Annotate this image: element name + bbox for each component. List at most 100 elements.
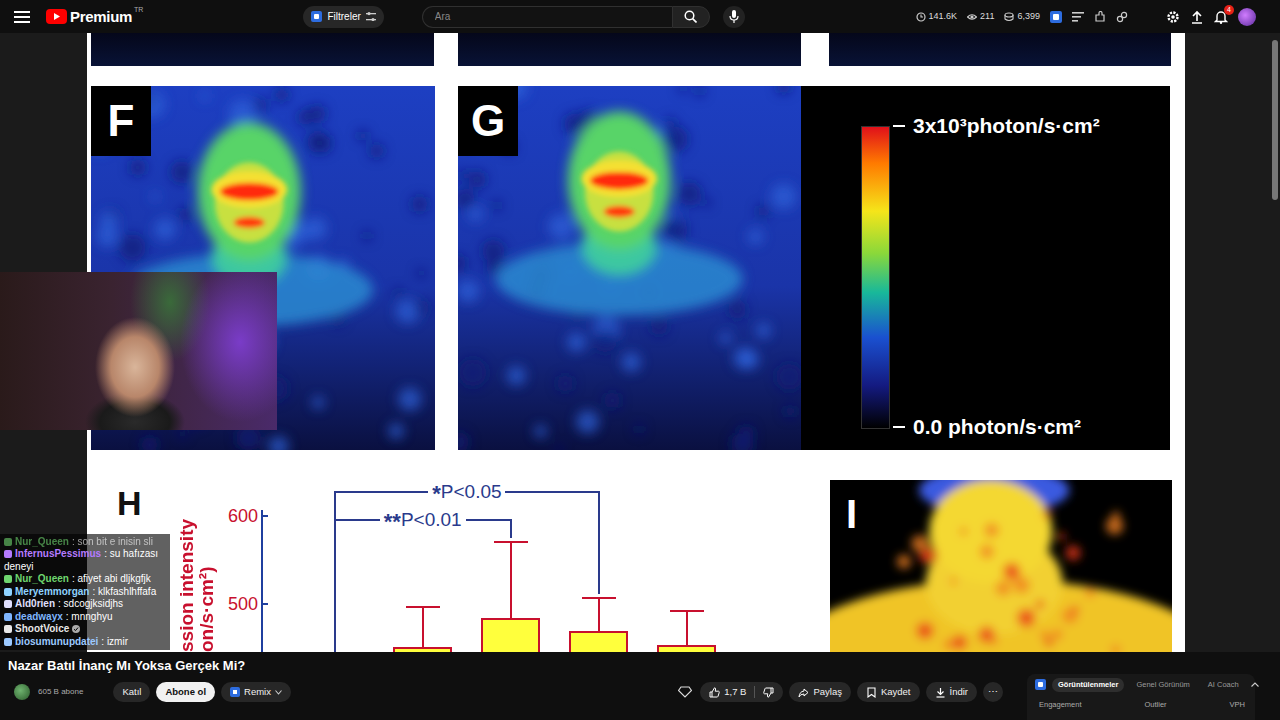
chat-text: : klkfashlhffafa	[92, 586, 156, 597]
right-gutter	[1185, 33, 1280, 652]
verified-icon	[72, 625, 80, 633]
significance-stars: *	[432, 481, 441, 506]
bracket-line	[510, 519, 512, 537]
chat-username: biosumunupdatei	[15, 636, 98, 647]
download-icon	[935, 687, 946, 698]
analytics-tab[interactable]: Görüntülenmeler	[1052, 678, 1124, 692]
video-title: Nazar Batıl İnanç Mı Yoksa Gerçek Mi?	[8, 658, 1027, 674]
clock-icon	[916, 12, 926, 22]
metric-label: VPH	[1230, 700, 1245, 710]
filter-label: Filtreler	[327, 10, 360, 23]
thermal-body-image	[830, 480, 1172, 652]
menu-icon	[14, 11, 30, 23]
stack-icon	[1004, 12, 1014, 22]
subscribe-button[interactable]: Abone ol	[156, 682, 215, 702]
thumbs-up-icon	[709, 687, 720, 698]
divider	[754, 686, 755, 698]
analytics-tabs: Görüntülenmeler Genel Görünüm AI Coach	[1035, 678, 1247, 692]
tick-label: 500	[228, 593, 258, 615]
error-bar	[422, 606, 424, 649]
figure-row: Hssion intensityon/s·cm²)600500*P<0.05**…	[91, 480, 1185, 652]
stat-value: 6,399	[1017, 11, 1040, 23]
figure-panel	[829, 33, 1171, 66]
download-button-label: İndir	[950, 686, 968, 698]
search-icon	[684, 10, 697, 23]
video-info: Nazar Batıl İnanç Mı Yoksa Gerçek Mi?605…	[8, 652, 1027, 720]
download-button[interactable]: İndir	[926, 682, 977, 702]
toolbar-right: 141.6K2116,3994	[916, 8, 1256, 26]
significance-label: *P<0.05	[432, 481, 501, 505]
error-cap	[494, 541, 528, 543]
chart-bar	[481, 618, 540, 652]
gem-icon	[678, 686, 692, 698]
bracket-line	[335, 519, 380, 521]
panel-label: H	[117, 484, 142, 522]
metric-label: Outlier	[1145, 700, 1167, 710]
panel-label: G	[458, 86, 518, 156]
caret-icon	[275, 690, 282, 695]
eye-icon	[967, 12, 977, 22]
chat-username: Ald0rien	[15, 598, 55, 609]
analytics-metrics: Engagement Outlier VPH	[1035, 700, 1247, 710]
youtube-logo[interactable]: PremiumTR	[46, 7, 143, 27]
chat-message: Nur_Queen: afiyet abi dljkgfjk	[4, 573, 166, 586]
significance-label: **P<0.01	[384, 509, 462, 533]
chat-text: : sdcogjksidjhs	[58, 598, 123, 609]
notifications-button[interactable]: 4	[1214, 10, 1228, 24]
more-button[interactable]: ⋯	[983, 682, 1003, 702]
figure-panel	[91, 33, 434, 66]
notification-badge: 4	[1224, 5, 1234, 15]
filter-button[interactable]: Filtreler	[303, 6, 383, 28]
thermal-image-area: G	[458, 86, 801, 450]
channel-avatar[interactable]	[14, 684, 30, 700]
analytics-tab[interactable]: AI Coach	[1202, 678, 1245, 692]
error-cap	[406, 606, 440, 608]
chat-username: InfernusPessimus	[15, 548, 101, 559]
remix-label: Remix	[244, 686, 271, 698]
analytics-tab[interactable]: Genel Görünüm	[1130, 678, 1195, 692]
user-badge	[4, 588, 12, 596]
bookmark-icon	[866, 687, 877, 698]
share-button[interactable]: Paylaş	[789, 682, 851, 702]
chat-username: Meryemmorgan	[15, 586, 89, 597]
remix-button[interactable]: Remix	[221, 682, 291, 702]
error-cap	[670, 610, 704, 612]
video-info-bar: Nazar Batıl İnanç Mı Yoksa Gerçek Mi?605…	[0, 652, 1280, 720]
chat-text: : son bit e inisin sli	[72, 536, 153, 547]
join-button[interactable]: Katıl	[113, 682, 150, 702]
collapse-icon	[1251, 682, 1259, 687]
extension-icon	[1050, 11, 1062, 23]
user-badge	[4, 575, 12, 583]
metric-label: Engagement	[1039, 700, 1082, 710]
save-button[interactable]: Kaydet	[857, 682, 920, 702]
share-button-label: Paylaş	[813, 686, 842, 698]
p-value: P<0.01	[401, 509, 462, 530]
like-button[interactable]: 1,7 B	[700, 682, 783, 702]
search-button[interactable]	[672, 6, 710, 28]
scrollbar-thumb[interactable]	[1272, 40, 1278, 200]
chat-message: ShootVoice	[4, 623, 166, 636]
chat-username: Nur_Queen	[15, 536, 69, 547]
chat-overlay: Nur_Queen: son bit e inisin sliInfernusP…	[0, 534, 170, 651]
bracket-line	[598, 491, 600, 594]
chat-text: : izmir	[101, 636, 128, 647]
chat-message: Meryemmorgan: klkfashlhffafa	[4, 586, 166, 599]
user-badge	[4, 638, 12, 646]
account-avatar[interactable]	[1238, 8, 1256, 26]
axis-title-line: on/s·cm²)	[197, 482, 217, 652]
brand-name: Premium	[70, 7, 132, 27]
error-bar	[598, 597, 600, 633]
panel-label: I	[842, 492, 861, 536]
bar-chart: Hssion intensityon/s·cm²)600500*P<0.05**…	[91, 480, 807, 652]
bracket-line	[335, 491, 428, 493]
stat-value: 211	[980, 11, 994, 23]
tick-label: 600	[228, 505, 258, 527]
chat-username: Nur_Queen	[15, 573, 69, 584]
webcam-video	[0, 272, 277, 430]
save-button-label: Kaydet	[881, 686, 911, 698]
youtube-icon	[46, 9, 67, 24]
search-input[interactable]	[422, 6, 672, 28]
figure-panel	[458, 33, 801, 66]
voice-search-button[interactable]	[723, 6, 745, 28]
extension-icon	[1035, 679, 1046, 690]
